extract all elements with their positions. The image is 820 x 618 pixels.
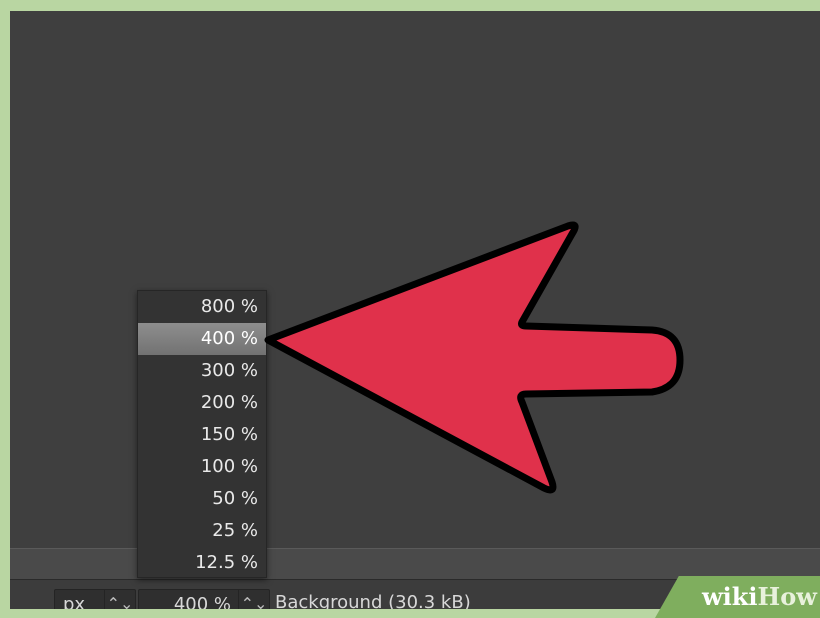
unit-value: px bbox=[63, 594, 86, 615]
zoom-up-down-chevron-icon[interactable]: ⌃⌄ bbox=[238, 590, 269, 609]
unit-up-down-chevron-icon[interactable]: ⌃⌄ bbox=[104, 590, 135, 609]
zoom-option-400[interactable]: 400 % bbox=[138, 323, 266, 355]
image-canvas bbox=[10, 11, 820, 548]
zoom-option-25[interactable]: 25 % bbox=[138, 515, 266, 547]
zoom-option-800[interactable]: 800 % bbox=[138, 291, 266, 323]
zoom-value: 400 % bbox=[173, 594, 231, 615]
horizontal-scrollbar[interactable] bbox=[10, 548, 820, 580]
zoom-option-300[interactable]: 300 % bbox=[138, 355, 266, 387]
zoom-select[interactable]: 400 % ⌃⌄ bbox=[138, 589, 270, 615]
zoom-option-150[interactable]: 150 % bbox=[138, 419, 266, 451]
zoom-dropdown-menu[interactable]: 800 % 400 % 300 % 200 % 150 % 100 % 50 %… bbox=[137, 290, 267, 578]
unit-select[interactable]: px ⌃⌄ bbox=[54, 589, 136, 615]
zoom-option-50[interactable]: 50 % bbox=[138, 483, 266, 515]
zoom-option-100[interactable]: 100 % bbox=[138, 451, 266, 483]
layer-info: Background (30.3 kB) bbox=[275, 592, 471, 613]
zoom-option-200[interactable]: 200 % bbox=[138, 387, 266, 419]
screenshot-frame: px ⌃⌄ 400 % ⌃⌄ Background (30.3 kB) bbox=[0, 0, 820, 618]
zoom-option-12-5[interactable]: 12.5 % bbox=[138, 547, 266, 579]
wikihow-watermark: wikiHow bbox=[702, 582, 817, 611]
